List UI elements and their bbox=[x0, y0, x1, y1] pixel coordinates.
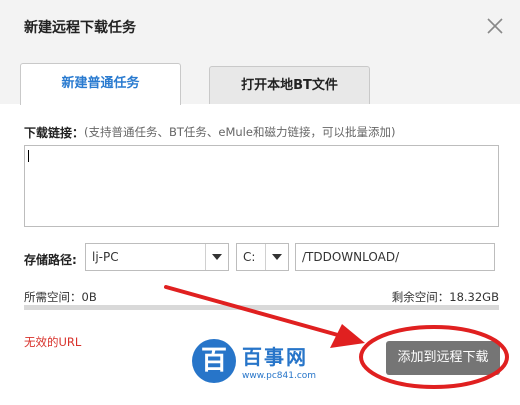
watermark-logo: 百 百事网 www.pc841.com bbox=[192, 334, 342, 389]
watermark-logo-name: 百事网 bbox=[242, 345, 308, 369]
watermark-logo-mark: 百 bbox=[192, 339, 236, 383]
drive-select[interactable]: C: bbox=[236, 243, 289, 271]
device-select[interactable]: lj-PC bbox=[85, 243, 229, 271]
download-link-hint: (支持普通任务、BT任务、eMule和磁力链接，可以批量添加) bbox=[84, 125, 396, 139]
close-icon[interactable] bbox=[483, 14, 507, 38]
tab-new-normal-task[interactable]: 新建普通任务 bbox=[20, 63, 181, 105]
drive-select-value: C: bbox=[243, 250, 256, 264]
chevron-down-icon[interactable] bbox=[265, 244, 288, 270]
add-to-remote-download-button[interactable]: 添加到远程下载 bbox=[386, 341, 500, 375]
remaining-space-text: 剩余空间：18.32GB bbox=[391, 290, 499, 304]
required-space-text: 所需空间：0B bbox=[24, 290, 97, 304]
tab-open-local-bt[interactable]: 打开本地BT文件 bbox=[209, 66, 370, 104]
chevron-down-icon[interactable] bbox=[205, 244, 228, 270]
watermark-logo-url: www.pc841.com bbox=[242, 371, 317, 381]
dialog-title: 新建远程下载任务 bbox=[24, 20, 136, 36]
text-caret bbox=[28, 150, 29, 162]
remote-download-dialog: 新建远程下载任务 新建普通任务 打开本地BT文件 下载链接： (支持普通任务、B… bbox=[0, 0, 520, 405]
download-link-input[interactable] bbox=[24, 145, 499, 227]
device-select-value: lj-PC bbox=[92, 250, 119, 264]
space-progress-bar bbox=[24, 305, 499, 310]
download-link-label: 下载链接： bbox=[24, 126, 85, 140]
storage-path-label: 存储路径: bbox=[24, 253, 77, 267]
storage-path-input[interactable]: /TDDOWNLOAD/ bbox=[295, 243, 495, 271]
error-message: 无效的URL bbox=[24, 335, 82, 349]
